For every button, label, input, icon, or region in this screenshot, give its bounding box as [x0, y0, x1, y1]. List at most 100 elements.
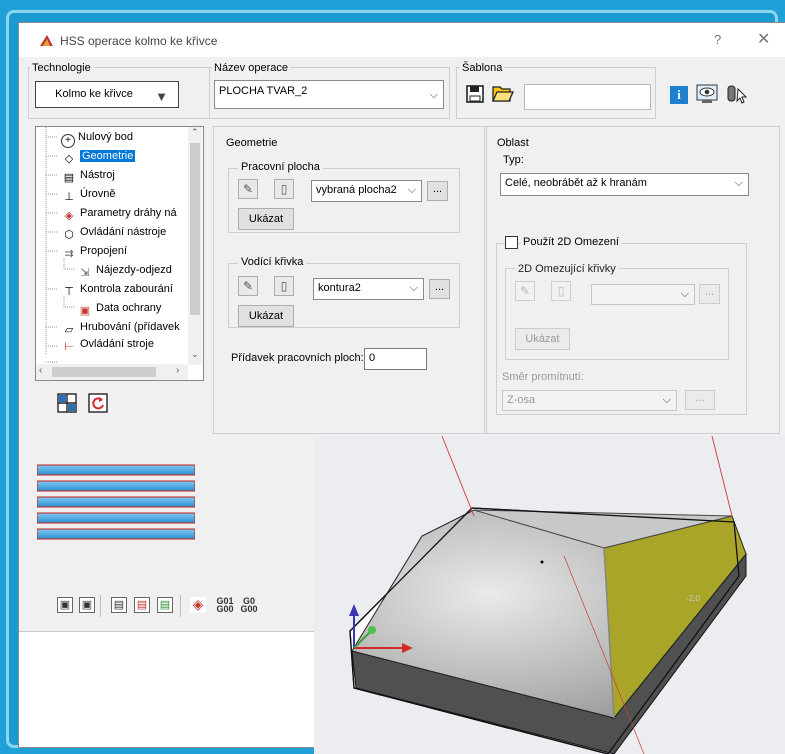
- links-icon: ⇉: [64, 248, 74, 260]
- projection-label: Směr promítnutí:: [502, 371, 584, 383]
- open-template-icon[interactable]: [492, 83, 514, 103]
- collision-icon: ⊤: [64, 286, 74, 298]
- operation-name-combo[interactable]: PLOCHA TVAR_2 ⌵: [214, 80, 444, 109]
- chevron-down-icon: ⌵: [407, 184, 416, 196]
- add-icon[interactable]: ▤: [157, 597, 173, 613]
- app-icon: [40, 35, 53, 46]
- new-work-surface-icon[interactable]: ▯: [274, 179, 294, 199]
- area-type-dropdown[interactable]: Celé, neobrábět až k hranám ⌵: [500, 173, 749, 196]
- edit-guide-curve-icon[interactable]: ✎: [238, 276, 258, 296]
- cube-icon: ◈: [64, 210, 74, 222]
- scroll-up-icon[interactable]: ⌃: [191, 127, 199, 138]
- toolbar-separator: [180, 595, 181, 617]
- path-preview: [37, 464, 195, 540]
- guide-curve-more-button[interactable]: ...: [429, 279, 450, 299]
- gcode-simulate-icon[interactable]: G0 G00: [240, 597, 258, 614]
- work-surface-label: Pracovní plocha: [238, 161, 323, 173]
- crosshair-icon: +: [61, 134, 75, 148]
- chevron-down-icon: ⌵: [409, 282, 418, 294]
- remove-icon[interactable]: ▤: [134, 597, 150, 613]
- chevron-down-icon: ⌵: [429, 89, 438, 101]
- approach-icon: ⇲: [80, 267, 90, 279]
- work-surface-show-button[interactable]: Ukázat: [238, 208, 294, 230]
- work-surface-more-button[interactable]: ...: [427, 181, 448, 201]
- copy-icon[interactable]: ▤: [111, 597, 127, 613]
- tree-item-machine-control[interactable]: ⊢ Ovládání stroje: [61, 336, 154, 353]
- toolbar-separator: [100, 595, 101, 617]
- technology-label: Technologie: [30, 62, 93, 74]
- refresh-icon[interactable]: [88, 393, 108, 413]
- technology-dropdown[interactable]: Kolmo ke křivce ▼: [35, 81, 179, 108]
- tree-vertical-scrollbar[interactable]: ⌃ ⌄: [188, 127, 202, 365]
- use-2d-limit-label: Použít 2D Omezení: [521, 236, 621, 248]
- tree-item-levels[interactable]: ⊥ Úrovně: [61, 186, 115, 203]
- calculate-icon[interactable]: ◈: [190, 597, 206, 613]
- save-as-icon[interactable]: ▣: [79, 597, 95, 613]
- guide-curve-dropdown[interactable]: kontura2 ⌵: [313, 278, 424, 300]
- save-icon[interactable]: ▣: [57, 597, 73, 613]
- scroll-thumb[interactable]: [190, 143, 200, 315]
- tree-item-path-params[interactable]: ◈ Parametry dráhy ná: [61, 205, 177, 222]
- tree-item-geometry[interactable]: ◇ Geometrie: [61, 148, 136, 165]
- tree-item-collision[interactable]: ⊤ Kontrola zabourání: [61, 281, 173, 298]
- preview-icon[interactable]: [696, 84, 718, 104]
- guide-curve-show-button[interactable]: Ukázat: [238, 305, 294, 327]
- operation-name-label: Název operace: [212, 62, 290, 74]
- operation-name-value: PLOCHA TVAR_2: [219, 85, 308, 97]
- limit-curves-more-button[interactable]: ...: [699, 284, 720, 304]
- layout-icon[interactable]: [57, 393, 77, 413]
- close-button[interactable]: ✕: [757, 29, 770, 49]
- tree-item-tool[interactable]: ▤ Nástroj: [61, 167, 115, 184]
- chevron-down-icon: ⌵: [734, 177, 743, 189]
- tree-horizontal-scrollbar[interactable]: ‹ ›: [36, 364, 188, 380]
- protection-icon: ▣: [79, 305, 91, 317]
- info-icon[interactable]: i: [670, 86, 688, 104]
- projection-more-button[interactable]: ...: [685, 390, 715, 410]
- allowance-input[interactable]: 0: [364, 348, 427, 370]
- title-bar: HSS operace kolmo ke křivce ? ✕: [19, 23, 785, 57]
- new-guide-curve-icon[interactable]: ▯: [274, 276, 294, 296]
- chevron-down-icon: ⌵: [680, 288, 689, 300]
- use-2d-limit-checkbox[interactable]: [505, 236, 518, 249]
- area-type-label: Typ:: [503, 154, 524, 166]
- edit-limit-icon[interactable]: ✎: [515, 281, 535, 301]
- tree-item-zero-point[interactable]: + Nulový bod: [61, 129, 133, 148]
- scroll-left-icon[interactable]: ‹: [39, 365, 42, 376]
- allowance-label: Přídavek pracovních ploch:: [231, 352, 364, 364]
- limit-curves-label: 2D Omezující křivky: [515, 263, 619, 275]
- tree-item-approach[interactable]: ⇲ Nájezdy-odjezd: [77, 262, 171, 279]
- tree-item-protection[interactable]: ▣ Data ochrany: [77, 300, 162, 317]
- 3d-viewport[interactable]: -2,0: [314, 436, 785, 754]
- work-surface-dropdown[interactable]: vybraná plocha2 ⌵: [311, 180, 422, 202]
- tool-control-icon: ⬡: [64, 229, 74, 241]
- chevron-down-icon: ▼: [155, 89, 168, 104]
- chevron-down-icon: ⌵: [662, 394, 671, 406]
- tree-item-tool-control[interactable]: ⬡ Ovládání nástroje: [61, 224, 166, 241]
- technology-value: Kolmo ke křivce: [55, 88, 133, 100]
- geometry-icon: ◇: [64, 153, 74, 165]
- geometry-label: Geometrie: [226, 137, 278, 149]
- scroll-down-icon[interactable]: ⌄: [191, 349, 199, 360]
- limit-curves-dropdown[interactable]: ⌵: [591, 284, 695, 305]
- scroll-right-icon[interactable]: ›: [176, 365, 179, 376]
- window-title: HSS operace kolmo ke křivce: [60, 34, 218, 48]
- part-model: -2,0: [349, 436, 747, 754]
- tree-item-roughing[interactable]: ▱ Hrubování (přídavek: [61, 319, 180, 336]
- pointer-tool-icon[interactable]: [726, 84, 748, 104]
- hscroll-thumb[interactable]: [52, 367, 156, 377]
- viewport-dim: -2,0: [686, 594, 700, 603]
- save-template-icon[interactable]: [466, 85, 484, 103]
- help-button[interactable]: ?: [714, 32, 721, 47]
- template-input[interactable]: [524, 84, 651, 110]
- limit-show-button[interactable]: Ukázat: [515, 328, 570, 350]
- area-label: Oblast: [497, 137, 529, 149]
- machine-icon: ⊢: [64, 341, 74, 353]
- gcode-icon[interactable]: G01 G00: [216, 597, 234, 614]
- roughing-icon: ▱: [64, 324, 74, 336]
- edit-work-surface-icon[interactable]: ✎: [238, 179, 258, 199]
- new-limit-icon[interactable]: ▯: [551, 281, 571, 301]
- tree-item-links[interactable]: ⇉ Propojení: [61, 243, 127, 260]
- levels-icon: ⊥: [64, 191, 74, 203]
- projection-dropdown[interactable]: Z-osa ⌵: [502, 390, 677, 411]
- guide-curve-label: Vodící křivka: [238, 256, 307, 268]
